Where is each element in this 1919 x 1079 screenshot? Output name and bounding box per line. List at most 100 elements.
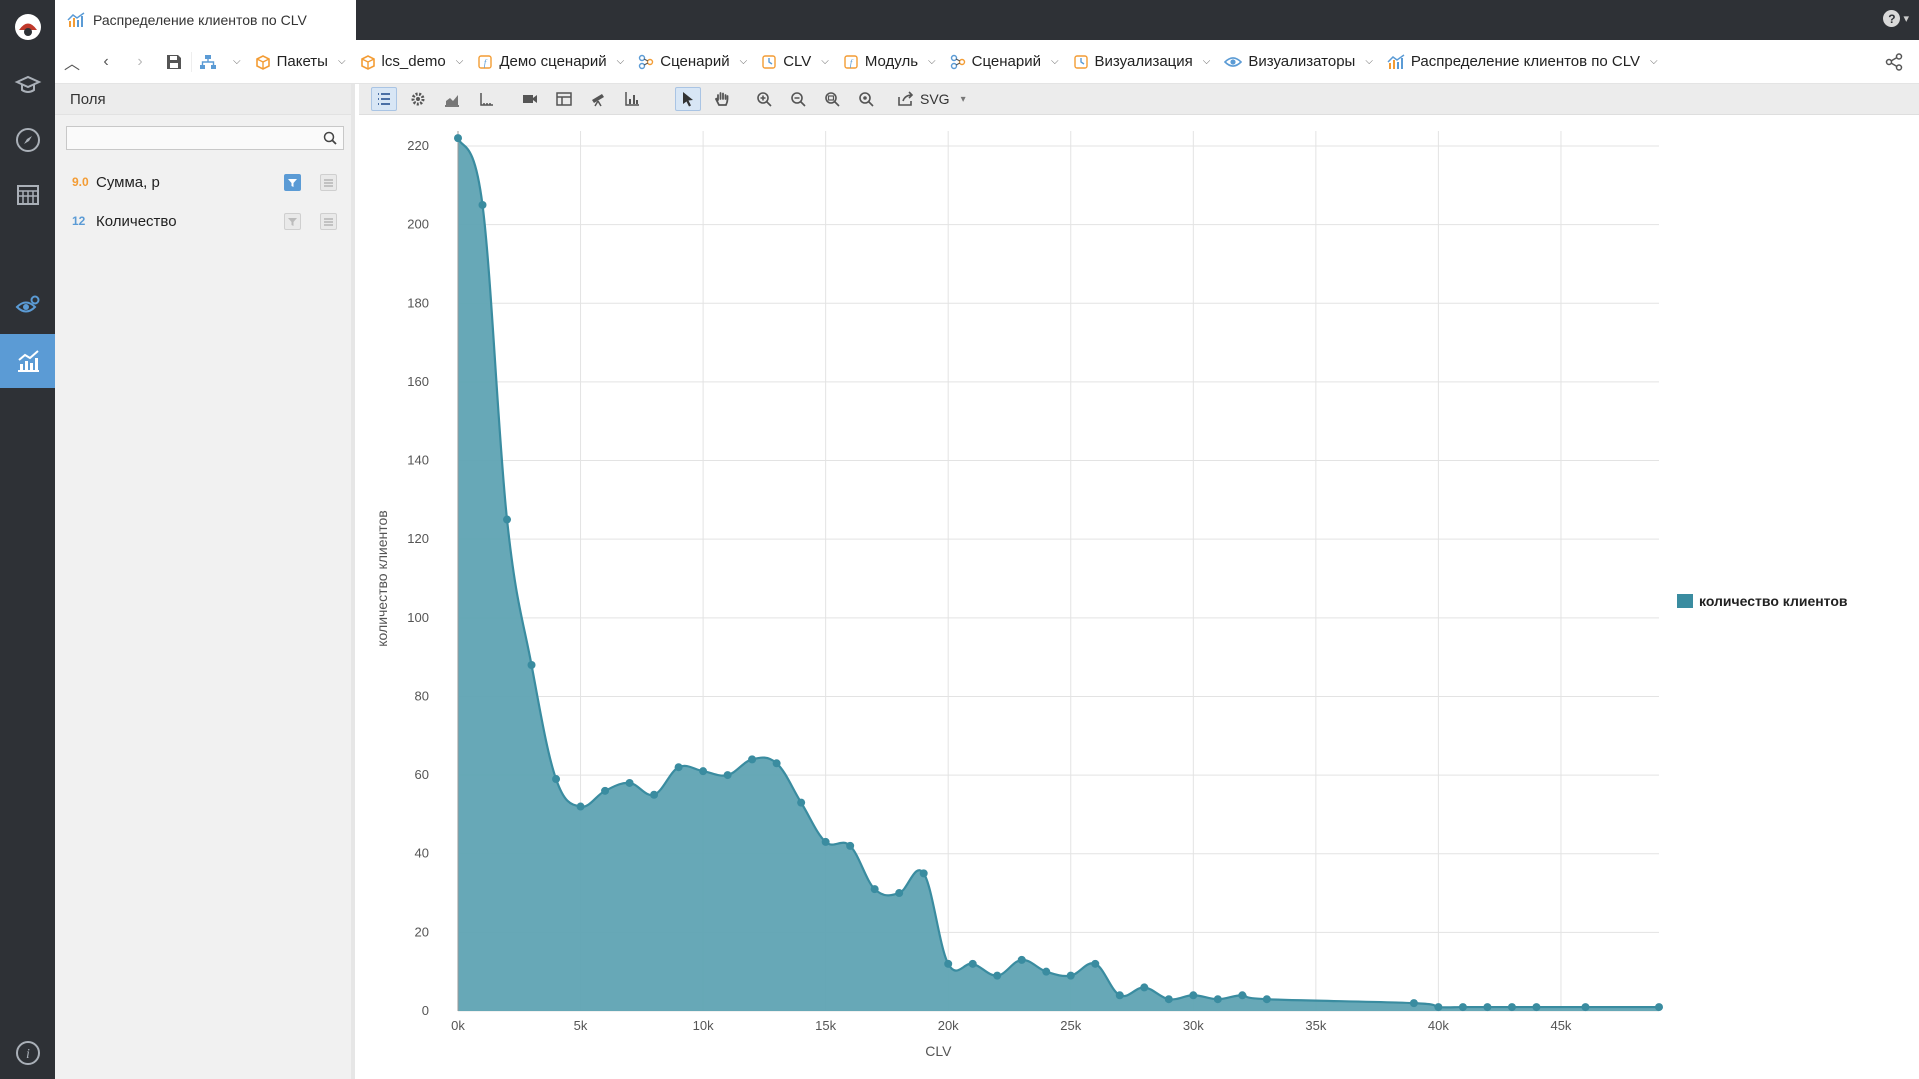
help-icon: ? — [1883, 10, 1901, 27]
fields-panel-title: Поля — [55, 84, 351, 115]
chart-type-button[interactable] — [439, 87, 465, 111]
rail-visualizers[interactable] — [0, 278, 55, 332]
data-point — [993, 971, 1002, 980]
breadcrumb-label: Пакеты — [276, 53, 328, 70]
data-point — [699, 767, 708, 776]
eye-settings-icon — [15, 295, 39, 313]
x-tick-label: 5k — [574, 1018, 588, 1033]
chevron-down-icon[interactable]: ▾ — [961, 94, 966, 105]
list-icon — [378, 93, 390, 105]
pan-tool-button[interactable] — [709, 87, 735, 111]
y-tick-label: 160 — [407, 374, 429, 389]
data-point — [919, 869, 928, 878]
chevron-down-icon[interactable]: ⌵ — [1051, 56, 1059, 67]
y-tick-label: 80 — [415, 688, 429, 703]
y-tick-label: 0 — [422, 1003, 429, 1018]
rail-navigator[interactable] — [0, 113, 55, 167]
telescope-button[interactable] — [585, 87, 611, 111]
chart-legend[interactable]: количество клиентов — [1677, 593, 1848, 609]
select-tool-button[interactable] — [675, 87, 701, 111]
breadcrumb-item[interactable]: Распределение клиентов по CLV ⌵ — [1380, 40, 1665, 84]
zoom-fit-button[interactable] — [819, 87, 845, 111]
rail-charts[interactable] — [0, 334, 55, 388]
data-point — [1164, 995, 1173, 1004]
y-axis-title: количество клиентов — [374, 510, 390, 646]
export-format-label: SVG — [920, 91, 950, 107]
chevron-down-icon[interactable]: ⌵ — [1365, 56, 1373, 67]
rail-packages[interactable] — [0, 58, 55, 112]
data-point — [1066, 971, 1075, 980]
zoom-fit-icon — [825, 92, 840, 107]
chevron-down-icon: ▾ — [1903, 13, 1909, 25]
chevron-down-icon[interactable]: ⌵ — [740, 56, 748, 67]
field-options-button[interactable] — [320, 213, 337, 230]
chevron-down-icon[interactable]: ⌵ — [456, 56, 464, 67]
chevron-down-icon[interactable]: ⌵ — [1203, 56, 1211, 67]
filter-toggle-button[interactable] — [284, 213, 301, 230]
x-tick-label: 0k — [451, 1018, 465, 1033]
forward-button[interactable]: › — [123, 40, 157, 84]
field-label: Сумма, р — [96, 173, 160, 191]
breadcrumb-item[interactable]: Пакеты ⌵ — [248, 40, 353, 84]
chevron-down-icon[interactable]: ⌵ — [338, 56, 346, 67]
x-tick-label: 35k — [1305, 1018, 1326, 1033]
breadcrumb-item[interactable]: Сценарий ⌵ — [631, 40, 754, 84]
breadcrumb-item[interactable]: lcs_demo ⌵ — [353, 40, 471, 84]
filter-toggle-button[interactable] — [284, 174, 301, 191]
data-point — [527, 661, 536, 669]
chevron-down-icon[interactable]: ⌵ — [233, 56, 241, 67]
export-svg-button[interactable]: SVG ▾ — [897, 91, 966, 107]
breadcrumb-item[interactable]: f Модуль ⌵ — [836, 40, 943, 84]
y-tick-label: 120 — [407, 531, 429, 546]
svg-text:f: f — [484, 58, 488, 68]
statistics-button[interactable] — [619, 87, 645, 111]
breadcrumb-item[interactable]: Визуализация ⌵ — [1066, 40, 1218, 84]
rail-tables[interactable] — [0, 168, 55, 222]
record-button[interactable] — [517, 87, 543, 111]
breadcrumb-item[interactable]: ⌵ — [192, 40, 248, 84]
field-item-count[interactable]: 12 Количество — [55, 205, 351, 237]
zoom-reset-button[interactable] — [853, 87, 879, 111]
app-logo[interactable] — [0, 0, 55, 54]
data-point — [1483, 1003, 1492, 1012]
export-icon — [898, 91, 914, 106]
settings-button[interactable] — [405, 87, 431, 111]
tab-active[interactable]: Распределение клиентов по CLV — [55, 0, 356, 40]
up-button[interactable]: ︿ — [55, 40, 89, 84]
y-tick-label: 180 — [407, 295, 429, 310]
zoom-out-button[interactable] — [785, 87, 811, 111]
fields-toggle-button[interactable] — [371, 87, 397, 111]
help-button[interactable]: ? ▾ — [1883, 10, 1909, 27]
breadcrumb-item[interactable]: f Демо сценарий ⌵ — [470, 40, 631, 84]
share-icon[interactable] — [1885, 53, 1903, 71]
package-icon — [255, 54, 271, 70]
cursor-icon — [683, 92, 693, 107]
field-search-input[interactable] — [67, 127, 317, 149]
back-button[interactable]: ‹ — [89, 40, 123, 84]
search-icon[interactable] — [323, 131, 337, 145]
axis-button[interactable] — [473, 87, 499, 111]
zoom-in-button[interactable] — [751, 87, 777, 111]
chevron-down-icon[interactable]: ⌵ — [928, 56, 936, 67]
field-options-button[interactable] — [320, 174, 337, 191]
eye-icon — [1224, 55, 1243, 69]
chevron-down-icon[interactable]: ⌵ — [617, 56, 625, 67]
rail-info[interactable]: i — [0, 1026, 55, 1079]
package-icon — [360, 54, 376, 70]
save-button[interactable] — [157, 40, 191, 84]
data-point — [748, 755, 757, 764]
layout-button[interactable] — [551, 87, 577, 111]
field-item-sum[interactable]: 9.0 Сумма, р — [55, 166, 351, 198]
data-point — [650, 790, 659, 799]
logo-icon — [14, 14, 41, 40]
chevron-down-icon[interactable]: ⌵ — [1650, 56, 1658, 67]
breadcrumb-item[interactable]: Визуализаторы ⌵ — [1217, 40, 1380, 84]
data-point — [1140, 983, 1149, 992]
zoom-out-icon — [791, 92, 806, 107]
telescope-icon — [592, 94, 604, 107]
chevron-down-icon[interactable]: ⌵ — [821, 56, 829, 67]
data-point — [1581, 1003, 1590, 1012]
data-point — [576, 802, 585, 811]
breadcrumb-item[interactable]: CLV ⌵ — [754, 40, 836, 84]
breadcrumb-item[interactable]: Сценарий ⌵ — [943, 40, 1066, 84]
